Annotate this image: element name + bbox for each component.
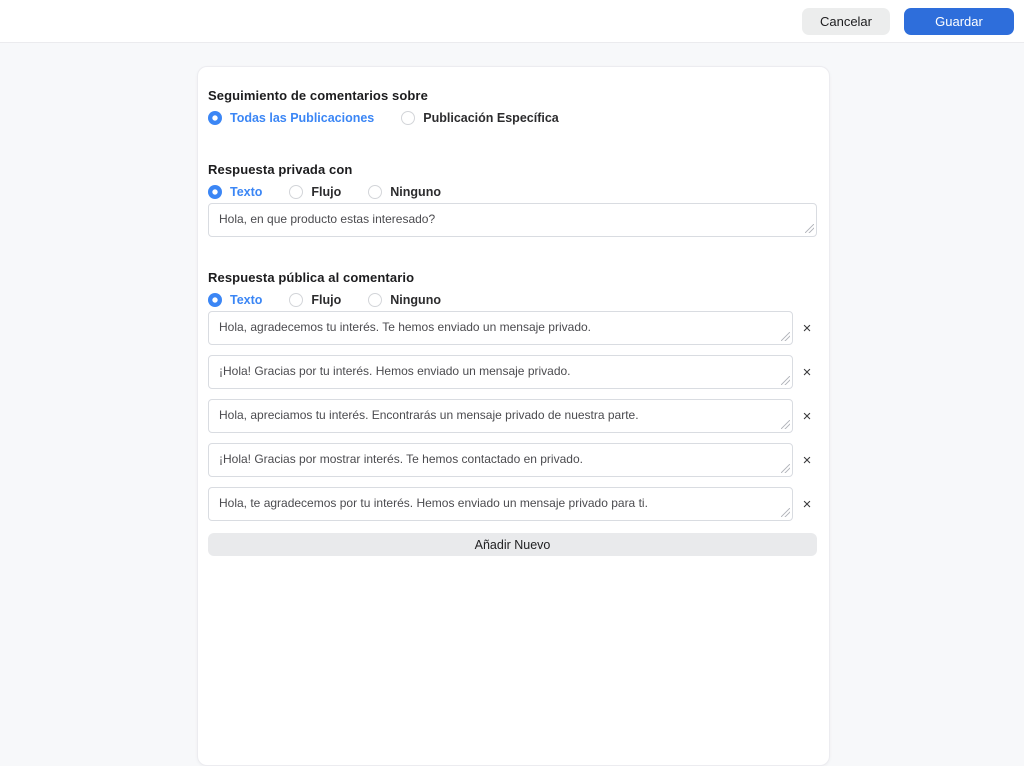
radio-option-specific-post[interactable]: Publicación Específica	[401, 111, 559, 125]
public-reply-textarea-wrap: ¡Hola! Gracias por mostrar interés. Te h…	[208, 443, 793, 477]
public-reply-textarea[interactable]: Hola, te agradecemos por tu interés. Hem…	[208, 487, 793, 521]
remove-response-button close-icon[interactable]: ×	[797, 365, 817, 380]
section-tracking: Seguimiento de comentarios sobre Todas l…	[208, 88, 817, 125]
comment-followup-settings-card: Seguimiento de comentarios sobre Todas l…	[197, 66, 830, 766]
public-reply-row: ¡Hola! Gracias por mostrar interés. Te h…	[208, 443, 817, 477]
radio-option-none[interactable]: Ninguno	[368, 185, 441, 199]
tracking-radio-group: Todas las Publicaciones Publicación Espe…	[208, 111, 817, 125]
radio-option-flow[interactable]: Flujo	[289, 293, 341, 307]
public-reply-textarea[interactable]: ¡Hola! Gracias por mostrar interés. Te h…	[208, 443, 793, 477]
radio-icon	[368, 185, 383, 199]
radio-option-label: Texto	[230, 293, 263, 307]
section-public-reply: Respuesta pública al comentario Texto Fl…	[208, 270, 817, 556]
radio-icon	[208, 185, 222, 199]
private-reply-textarea[interactable]: Hola, en que producto estas interesado?	[208, 203, 817, 237]
public-reply-row: ¡Hola! Gracias por tu interés. Hemos env…	[208, 355, 817, 389]
section-private-reply: Respuesta privada con Texto Flujo Ningun…	[208, 162, 817, 237]
public-reply-textarea-wrap: Hola, apreciamos tu interés. Encontrarás…	[208, 399, 793, 433]
public-reply-textarea-wrap: Hola, te agradecemos por tu interés. Hem…	[208, 487, 793, 521]
public-reply-textarea[interactable]: Hola, apreciamos tu interés. Encontrarás…	[208, 399, 793, 433]
public-reply-textarea-wrap: ¡Hola! Gracias por tu interés. Hemos env…	[208, 355, 793, 389]
radio-option-label: Todas las Publicaciones	[230, 111, 375, 125]
radio-option-label: Publicación Específica	[423, 111, 559, 125]
radio-option-label: Texto	[230, 185, 263, 199]
radio-option-text[interactable]: Texto	[208, 185, 262, 199]
remove-response-button close-icon[interactable]: ×	[797, 409, 817, 424]
section-public-title: Respuesta pública al comentario	[208, 270, 415, 285]
radio-option-label: Flujo	[311, 293, 342, 307]
radio-option-none[interactable]: Ninguno	[368, 293, 441, 307]
top-action-bar: Cancelar Guardar	[0, 0, 1024, 43]
remove-response-button close-icon[interactable]: ×	[797, 497, 817, 512]
public-reply-row: Hola, te agradecemos por tu interés. Hem…	[208, 487, 817, 521]
radio-option-label: Ninguno	[390, 293, 441, 307]
radio-option-label: Flujo	[311, 185, 342, 199]
save-button[interactable]: Guardar	[904, 7, 1014, 35]
radio-option-all-posts[interactable]: Todas las Publicaciones	[208, 111, 374, 125]
section-private-title: Respuesta privada con	[208, 162, 353, 177]
radio-option-text[interactable]: Texto	[208, 293, 262, 307]
radio-option-label: Ninguno	[390, 185, 441, 199]
public-reply-row: Hola, agradecemos tu interés. Te hemos e…	[208, 311, 817, 345]
cancel-button[interactable]: Cancelar	[801, 7, 890, 35]
public-reply-textarea[interactable]: ¡Hola! Gracias por tu interés. Hemos env…	[208, 355, 793, 389]
remove-response-button close-icon[interactable]: ×	[797, 321, 817, 336]
section-tracking-title: Seguimiento de comentarios sobre	[208, 88, 428, 103]
radio-icon	[289, 293, 304, 307]
add-new-response-button[interactable]: Añadir Nuevo	[208, 533, 817, 556]
radio-icon	[208, 111, 222, 125]
public-reply-textarea[interactable]: Hola, agradecemos tu interés. Te hemos e…	[208, 311, 793, 345]
remove-response-button close-icon[interactable]: ×	[797, 453, 817, 468]
public-reply-radio-group: Texto Flujo Ninguno	[208, 293, 817, 307]
public-reply-textarea-wrap: Hola, agradecemos tu interés. Te hemos e…	[208, 311, 793, 345]
radio-icon	[289, 185, 304, 199]
radio-option-flow[interactable]: Flujo	[289, 185, 341, 199]
radio-icon	[368, 293, 383, 307]
radio-icon	[401, 111, 416, 125]
private-reply-textarea-wrap: Hola, en que producto estas interesado?	[208, 203, 817, 237]
private-reply-radio-group: Texto Flujo Ninguno	[208, 185, 817, 199]
radio-icon	[208, 293, 222, 307]
public-reply-row: Hola, apreciamos tu interés. Encontrarás…	[208, 399, 817, 433]
public-reply-message-list: Hola, agradecemos tu interés. Te hemos e…	[208, 311, 817, 521]
